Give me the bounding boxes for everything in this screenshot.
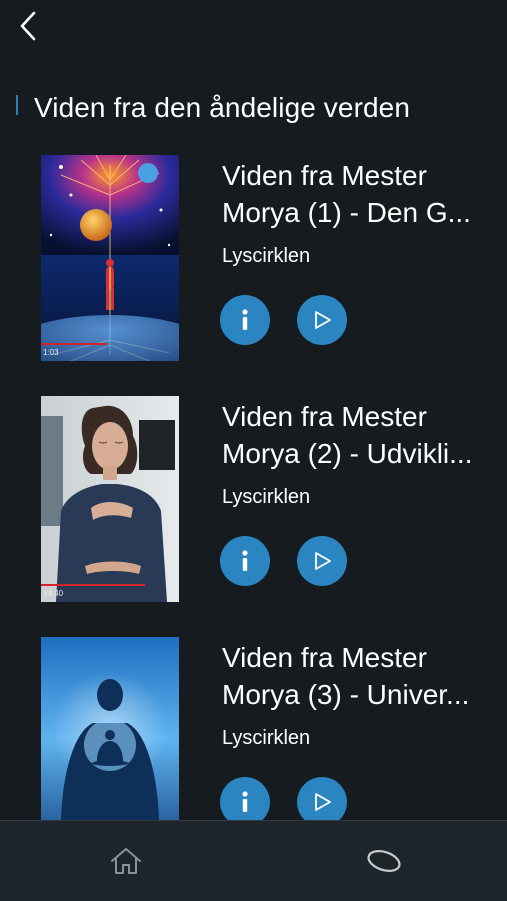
video-card[interactable]: 1:03 Viden fra Mester Morya (1) - Den G.… (0, 155, 507, 361)
woman-meditating-thumbnail-image (41, 396, 179, 602)
play-icon (315, 552, 331, 570)
section-title: Viden fra den åndelige verden (34, 92, 411, 123)
video-title-line1: Viden fra Mester (222, 401, 427, 432)
info-icon (242, 309, 248, 330)
info-icon (242, 550, 248, 571)
video-thumbnail[interactable] (41, 637, 179, 820)
back-button[interactable] (10, 8, 46, 44)
video-title-line2: Morya (2) - Udvikli... (222, 438, 473, 469)
watch-progress-bar (41, 584, 145, 586)
video-card[interactable]: 14:40 Viden fra Mester Morya (2) - Udvik… (0, 396, 507, 602)
video-title[interactable]: Viden fra Mester Morya (2) - Udvikli... (222, 398, 492, 472)
info-button[interactable] (220, 295, 270, 345)
cosmic-tree-thumbnail-image (41, 155, 179, 361)
channel-name: Lyscirklen (222, 486, 311, 508)
play-button[interactable] (297, 536, 347, 586)
video-title[interactable]: Viden fra Mester Morya (1) - Den G... (222, 157, 492, 231)
video-title-line1: Viden fra Mester (222, 160, 427, 191)
section-accent-bar (16, 95, 18, 115)
video-thumbnail[interactable]: 1:03 (41, 155, 179, 361)
play-icon (315, 793, 331, 811)
ring-icon (367, 850, 401, 872)
video-list[interactable]: 1:03 Viden fra Mester Morya (1) - Den G.… (0, 155, 507, 820)
video-title[interactable]: Viden fra Mester Morya (3) - Univer... (222, 639, 492, 713)
home-icon (111, 848, 141, 874)
ring-button[interactable] (362, 839, 406, 883)
video-card[interactable]: Viden fra Mester Morya (3) - Univer... L… (0, 637, 507, 820)
video-duration: 14:40 (43, 589, 64, 598)
video-duration: 1:03 (43, 348, 59, 357)
meditation-silhouette-thumbnail-image (41, 637, 179, 820)
video-title-line1: Viden fra Mester (222, 642, 427, 673)
video-title-line2: Morya (1) - Den G... (222, 197, 471, 228)
chevron-left-icon (20, 11, 36, 41)
info-button[interactable] (220, 536, 270, 586)
play-button[interactable] (297, 777, 347, 820)
channel-name: Lyscirklen (222, 245, 311, 267)
channel-name: Lyscirklen (222, 727, 311, 749)
video-thumbnail[interactable]: 14:40 (41, 396, 179, 602)
play-icon (315, 311, 331, 329)
home-button[interactable] (104, 839, 148, 883)
watch-progress-bar (41, 343, 108, 345)
play-button[interactable] (297, 295, 347, 345)
bottom-navigation (0, 820, 507, 901)
video-title-line2: Morya (3) - Univer... (222, 679, 470, 710)
info-button[interactable] (220, 777, 270, 820)
info-icon (242, 791, 248, 812)
section-header: Viden fra den åndelige verden (16, 88, 410, 128)
